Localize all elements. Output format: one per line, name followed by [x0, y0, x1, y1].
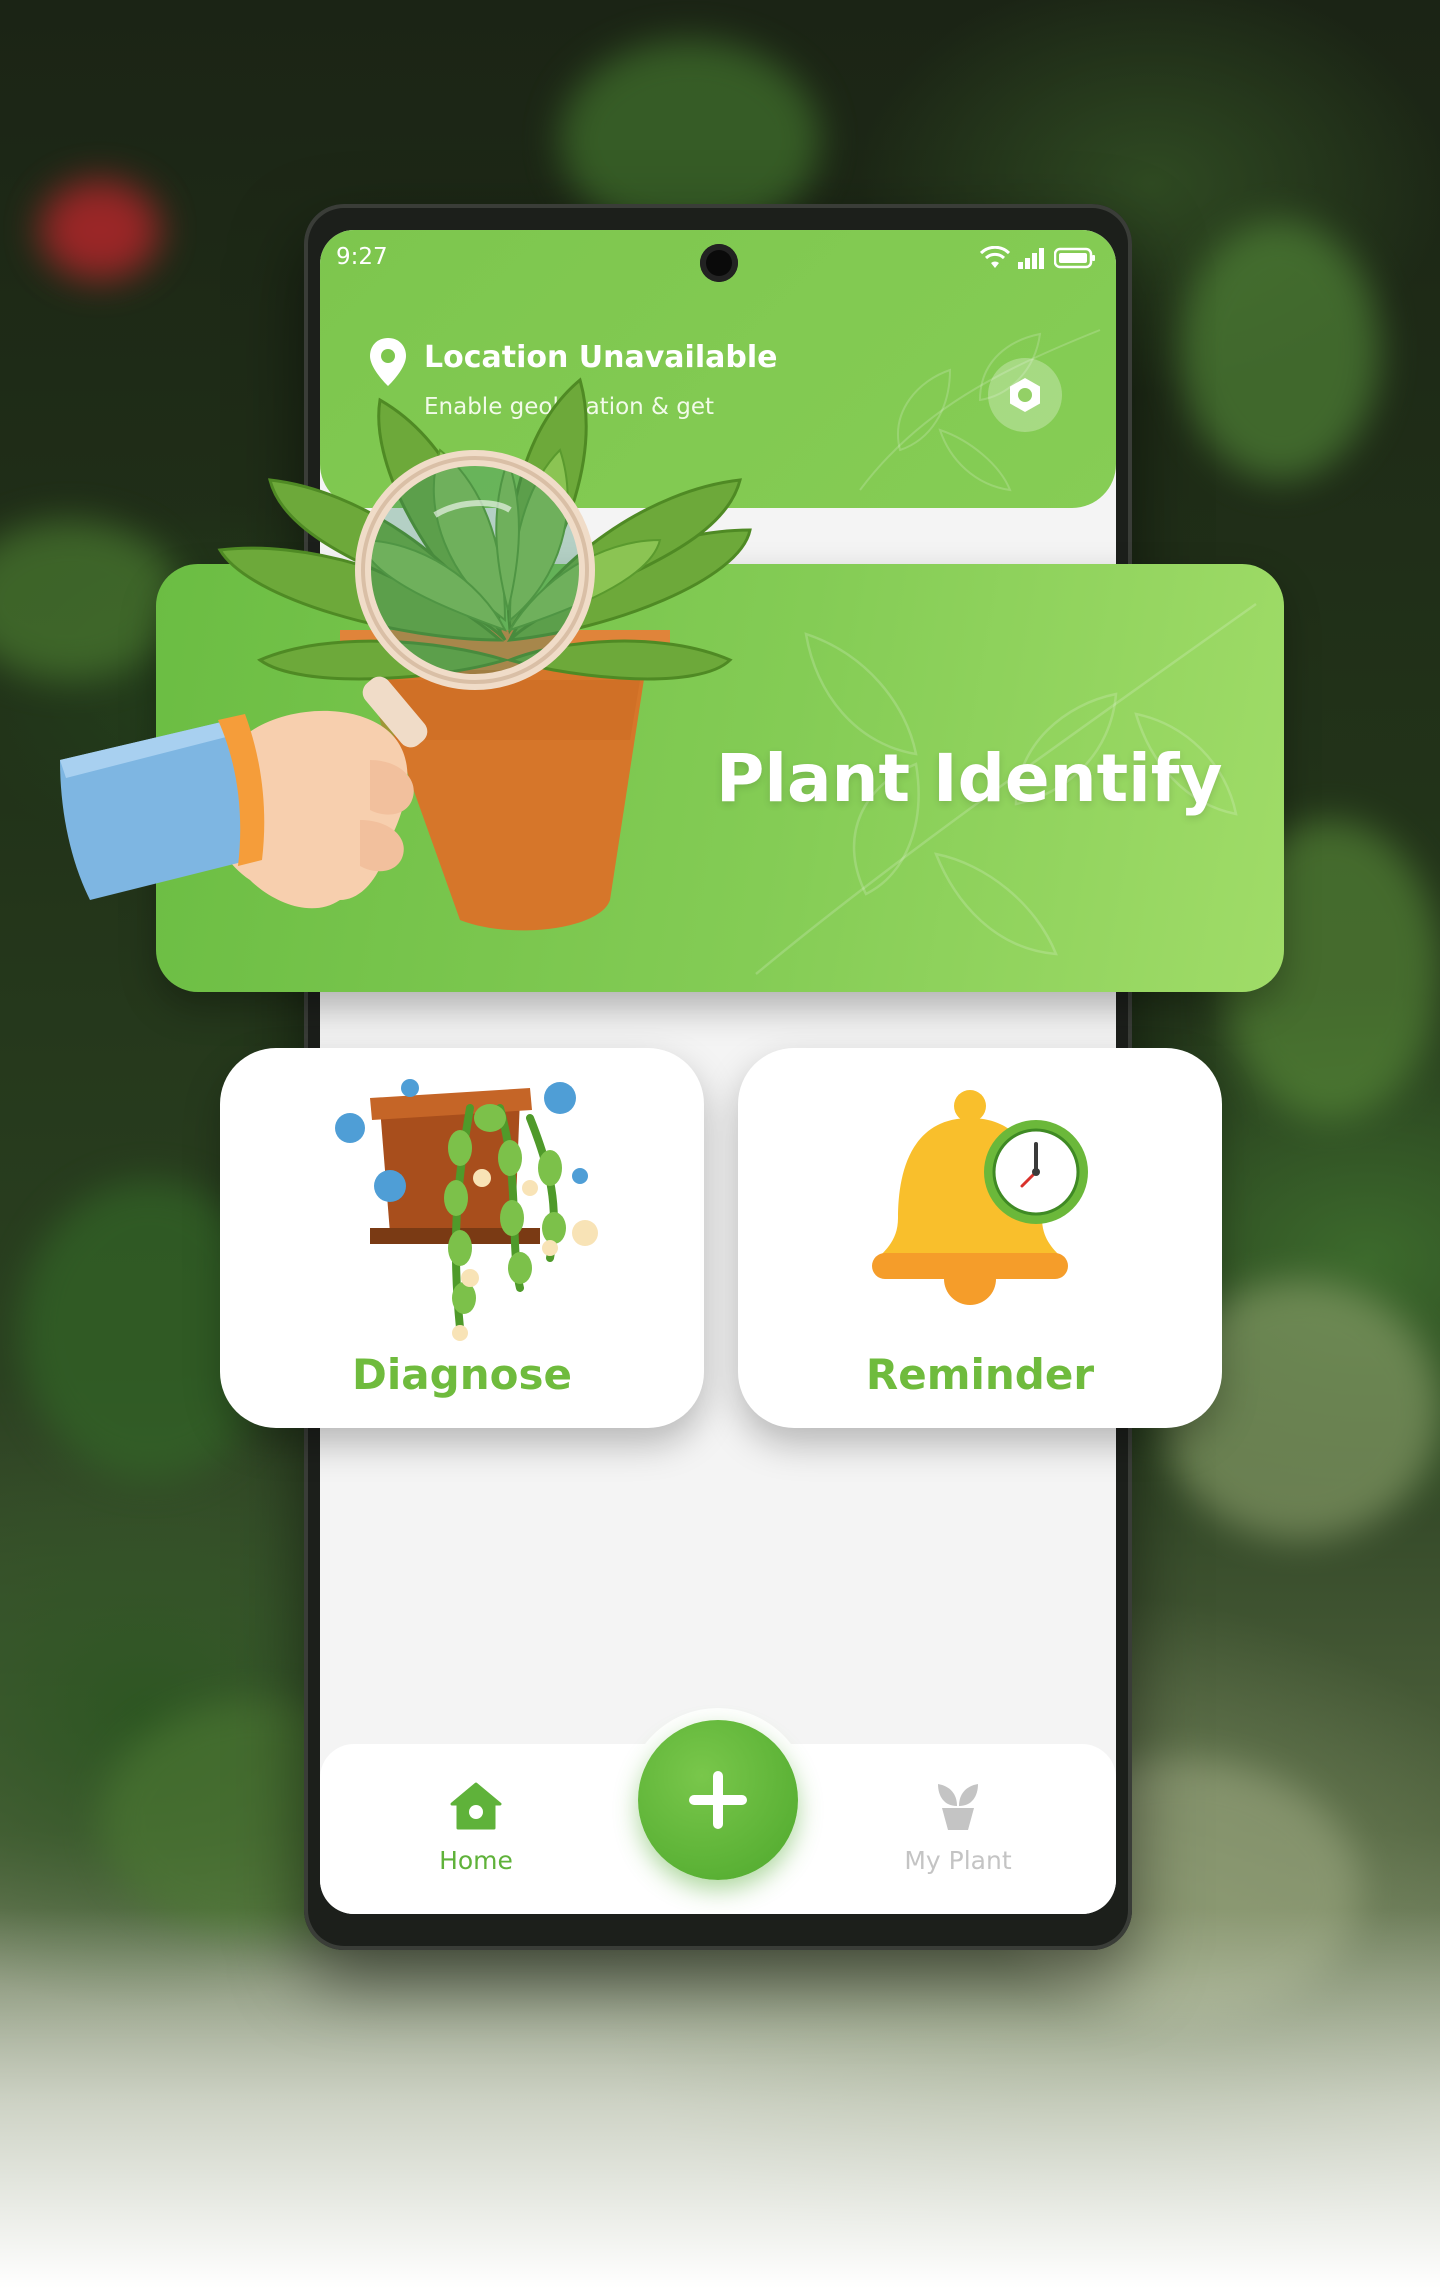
diagnose-label: Diagnose: [352, 1350, 572, 1399]
battery-icon: [1054, 247, 1095, 269]
diagnose-card[interactable]: Diagnose: [220, 1048, 704, 1428]
reminder-label: Reminder: [865, 1350, 1095, 1399]
diseased-plant-icon: [335, 1079, 598, 1341]
add-plant-button[interactable]: [638, 1720, 798, 1880]
plus-icon: [689, 1771, 747, 1829]
front-camera: [700, 244, 738, 282]
nav-home[interactable]: Home: [376, 1780, 576, 1875]
status-time: 9:27: [336, 244, 388, 270]
plant-identify-title: Plant Identify: [716, 740, 1223, 817]
leaf-decoration: [859, 329, 1101, 492]
nav-home-label: Home: [439, 1846, 513, 1875]
nav-my-plant-label: My Plant: [904, 1846, 1012, 1875]
nav-my-plant[interactable]: My Plant: [858, 1780, 1058, 1875]
wifi-icon: [980, 246, 1010, 268]
reminder-card[interactable]: Reminder: [738, 1048, 1222, 1428]
settings-hex-icon: [1010, 378, 1040, 412]
status-icons: [980, 246, 1096, 270]
hand-magnifier-plant-illustration: [60, 377, 752, 931]
signal-icon: [1018, 248, 1044, 269]
settings-button[interactable]: [988, 358, 1062, 432]
potted-plant-icon: [938, 1784, 978, 1830]
home-icon: [450, 1782, 502, 1830]
bell-clock-icon: [872, 1090, 1088, 1305]
